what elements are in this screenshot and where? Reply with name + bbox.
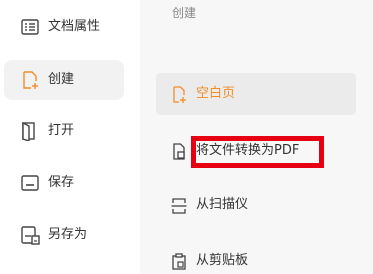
sidebar-item-label: 文档属性 [48, 19, 101, 34]
scanner-icon [171, 198, 187, 214]
save-icon [21, 175, 39, 191]
sidebar-item-document-properties[interactable]: 文档属性 [4, 7, 124, 47]
sidebar-item-label: 保存 [48, 175, 75, 190]
convert-file-icon [173, 143, 185, 160]
sidebar-item-save-as[interactable]: 另存为 [4, 215, 124, 255]
sidebar-item-label: 另存为 [48, 227, 88, 242]
sidebar-item-label: 打开 [48, 123, 75, 138]
highlight-box [191, 136, 324, 168]
save-as-icon [21, 226, 40, 245]
blank-page-icon [173, 86, 186, 103]
sidebar: 文档属性 创建 打开 保存 另存为 [0, 0, 140, 274]
option-label: 从剪贴板 [196, 253, 249, 268]
sidebar-item-label: 创建 [48, 72, 75, 87]
option-blank-page[interactable]: 空白页 [156, 73, 356, 115]
option-label: 空白页 [196, 86, 236, 101]
document-properties-icon [21, 19, 39, 35]
section-title: 创建 [172, 6, 197, 20]
open-icon [22, 121, 35, 141]
option-label: 从扫描仪 [196, 197, 249, 212]
create-icon [23, 71, 38, 89]
sidebar-item-create[interactable]: 创建 [4, 60, 124, 100]
option-from-scanner[interactable]: 从扫描仪 [156, 184, 356, 226]
option-from-clipboard[interactable]: 从剪贴板 [156, 240, 356, 274]
clipboard-icon [172, 253, 186, 270]
sidebar-item-save[interactable]: 保存 [4, 163, 124, 203]
sidebar-item-open[interactable]: 打开 [4, 111, 124, 151]
